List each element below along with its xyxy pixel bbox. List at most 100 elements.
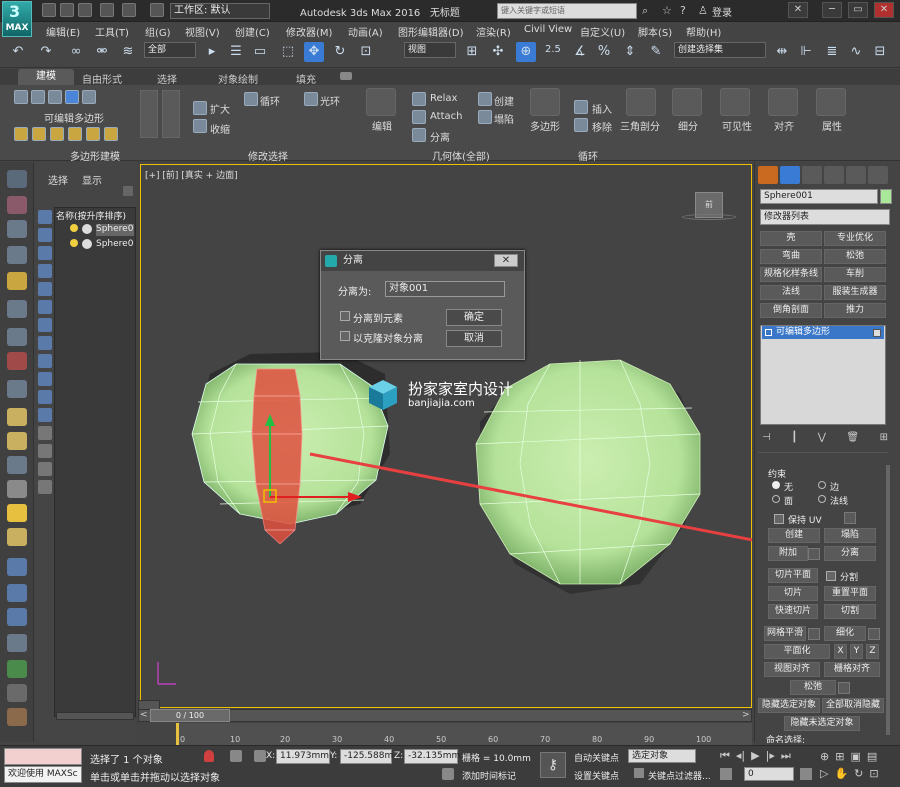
object-color-swatch[interactable]: [880, 189, 892, 204]
select-object-icon[interactable]: ▸: [202, 42, 222, 62]
sun-icon[interactable]: [7, 504, 27, 522]
modify-selection-label[interactable]: 修改选择: [248, 148, 288, 163]
create-tab-icon[interactable]: [758, 166, 778, 184]
z-coordinate-field[interactable]: -32.135mm: [404, 749, 460, 764]
explorer-item-sphere002[interactable]: Sphere002: [96, 239, 134, 251]
named-selection-dropdown[interactable]: 创建选择集: [674, 42, 766, 58]
triangulate-icon[interactable]: [626, 88, 656, 116]
tab-freeform[interactable]: 自由形式: [82, 71, 122, 86]
stack-toggle-icon[interactable]: [873, 329, 881, 337]
time-slider[interactable]: [138, 709, 752, 722]
menu-graph-editors[interactable]: 图形编辑器(D): [398, 24, 464, 39]
filter-geometry-icon[interactable]: [38, 210, 52, 224]
grow-label[interactable]: 扩大: [210, 101, 230, 116]
subdivide-icon[interactable]: [672, 88, 702, 116]
filter-frozen-icon[interactable]: [38, 390, 52, 404]
percent-snap-icon[interactable]: %: [594, 42, 614, 62]
loops-group-label[interactable]: 循环: [578, 148, 598, 163]
attach-label[interactable]: Attach: [430, 111, 462, 122]
vertex-icon[interactable]: [14, 90, 28, 104]
time-tag-icon[interactable]: [442, 768, 454, 780]
planarize-x-button[interactable]: X: [834, 644, 847, 659]
spinner-snap-icon[interactable]: ⇕: [620, 42, 640, 62]
edge-icon[interactable]: [31, 90, 45, 104]
explorer-close-icon[interactable]: [123, 186, 133, 196]
polygon-icon[interactable]: [65, 90, 79, 104]
tessellate-settings-icon[interactable]: [868, 628, 880, 640]
planarize-button[interactable]: 平面化: [764, 644, 830, 659]
quickslice-button[interactable]: 快速切片: [768, 604, 818, 619]
unlink-icon[interactable]: ⚮: [92, 42, 112, 62]
next-mod-icon[interactable]: [162, 90, 180, 138]
align-big-icon[interactable]: [768, 88, 798, 116]
detach-name-input[interactable]: 对象001: [385, 281, 505, 297]
transform-mode-icon[interactable]: [254, 750, 266, 762]
auto-key-button[interactable]: 自动关键点: [574, 751, 619, 764]
normal-button[interactable]: 法线: [760, 285, 822, 300]
save-icon[interactable]: [78, 3, 92, 17]
gear-icon[interactable]: [7, 634, 27, 652]
insert-label[interactable]: 插入: [592, 101, 612, 116]
scene-icon[interactable]: [7, 246, 27, 264]
split-checkbox[interactable]: [826, 571, 836, 581]
pin-stack-icon[interactable]: [14, 127, 28, 141]
relax-icon[interactable]: [412, 92, 426, 106]
tab-populate[interactable]: 填充: [296, 71, 316, 86]
cone-prim-icon[interactable]: [7, 480, 27, 498]
slice-button[interactable]: 切片: [768, 586, 818, 601]
edit-label[interactable]: 编辑: [372, 118, 392, 133]
filter-lights-icon[interactable]: [38, 246, 52, 260]
remove-label[interactable]: 移除: [592, 119, 612, 134]
filter-cameras-icon[interactable]: [38, 264, 52, 278]
user-icon[interactable]: ♙: [698, 4, 708, 17]
pivot-icon[interactable]: ⊞: [462, 42, 482, 62]
zoom-extents-all-icon[interactable]: ▤: [867, 750, 877, 763]
filter-hidden-icon[interactable]: [38, 408, 52, 422]
light-bulb-icon[interactable]: [70, 239, 78, 247]
menu-group[interactable]: 组(G): [145, 24, 171, 39]
menu-rendering[interactable]: 渲染(R): [476, 24, 511, 39]
filter-xrefs-icon[interactable]: [38, 336, 52, 350]
angle-snap-value[interactable]: 2.5: [545, 44, 561, 55]
undo-icon[interactable]: ↶: [8, 42, 28, 62]
panel-scrollbar[interactable]: [886, 465, 890, 735]
detach-to-element-checkbox[interactable]: [340, 311, 350, 321]
hemi-prim-icon[interactable]: [7, 432, 27, 450]
network-icon[interactable]: [7, 608, 27, 626]
filter-groups-icon[interactable]: [38, 318, 52, 332]
search-input[interactable]: 键入关键字或短语: [497, 3, 637, 19]
relax-mod-button[interactable]: 松弛: [824, 249, 886, 264]
filter-spacewarps-icon[interactable]: [38, 300, 52, 314]
layer-manager-icon[interactable]: [7, 220, 27, 238]
light-icon[interactable]: [7, 272, 27, 290]
orbit-icon[interactable]: ↻: [854, 767, 863, 780]
object-name-field[interactable]: Sphere001: [760, 189, 878, 204]
modifier-list-dropdown[interactable]: 修改器列表: [760, 209, 890, 225]
create-icon[interactable]: [478, 92, 492, 106]
constraint-none-radio[interactable]: [772, 481, 780, 489]
filter-helpers-icon[interactable]: [38, 282, 52, 296]
star-icon[interactable]: ☆: [662, 4, 672, 17]
constraint-face-radio[interactable]: [772, 495, 780, 503]
geometry-all-label[interactable]: 几何体(全部): [432, 148, 490, 163]
sphere001-mesh[interactable]: [191, 352, 390, 545]
triangulate-label[interactable]: 三角剖分: [620, 118, 660, 133]
tab-modeling[interactable]: 建模: [18, 69, 74, 85]
render-frame-icon[interactable]: [7, 352, 27, 370]
shrink-label[interactable]: 收缩: [210, 121, 230, 136]
time-slider-thumb[interactable]: 0 / 100: [150, 709, 230, 722]
menu-script[interactable]: 脚本(S): [638, 24, 672, 39]
open-icon[interactable]: [60, 3, 74, 17]
schematic-icon[interactable]: ⊟: [870, 42, 890, 62]
attach-button[interactable]: 附加: [768, 546, 808, 561]
select-by-name-icon[interactable]: ☰: [226, 42, 246, 62]
move-icon[interactable]: ✥: [304, 42, 324, 62]
reference-coord-dropdown[interactable]: 视图: [404, 42, 456, 58]
filter-shapes-icon[interactable]: [38, 228, 52, 242]
ok-button[interactable]: 确定: [446, 309, 502, 326]
lathe-button[interactable]: 车削: [824, 267, 886, 282]
make-unique-icon[interactable]: [50, 127, 64, 141]
tab-selection[interactable]: 选择: [157, 71, 177, 86]
hide-unselected-button[interactable]: 隐藏未选定对象: [784, 716, 860, 731]
collapse-stack-icon[interactable]: [104, 127, 118, 141]
